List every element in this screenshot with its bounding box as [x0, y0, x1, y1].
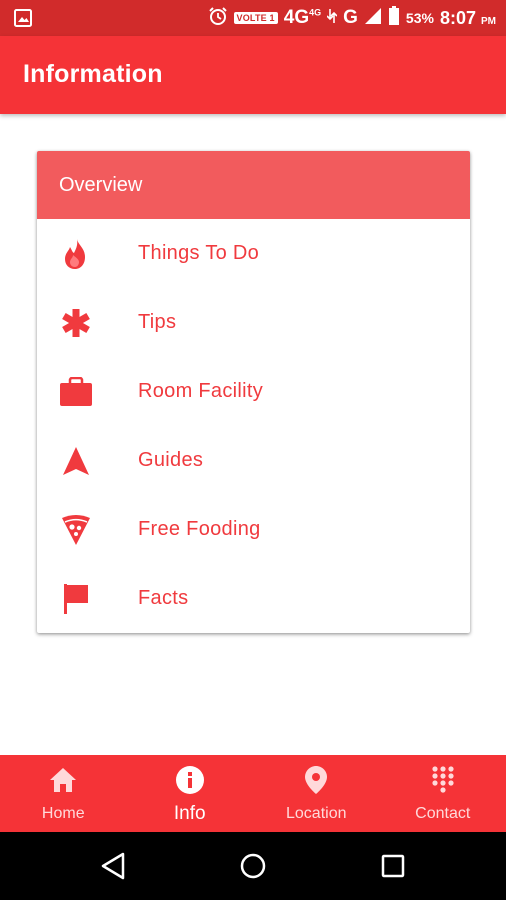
app-bar: Information [0, 36, 506, 114]
network-4g-label: 4G4G [283, 7, 322, 28]
home-circle-icon[interactable] [236, 849, 270, 883]
briefcase-icon [59, 376, 93, 408]
navigation-arrow-icon [59, 445, 93, 477]
menu-item-tips[interactable]: Tips [37, 288, 470, 357]
recents-icon[interactable] [376, 849, 410, 883]
page-title: Information [23, 60, 163, 88]
flame-icon [59, 238, 93, 270]
data-transfer-icon [326, 7, 338, 29]
overview-card: Overview Things To Do Tips Room Facility… [37, 151, 470, 633]
menu-item-room-facility[interactable]: Room Facility [37, 357, 470, 426]
menu-item-free-fooding[interactable]: Free Fooding [37, 495, 470, 564]
nav-label: Info [173, 803, 206, 824]
pizza-icon [59, 514, 93, 546]
back-icon[interactable] [96, 849, 130, 883]
image-notification-icon [14, 9, 32, 32]
overview-menu: Things To Do Tips Room Facility Guides F… [37, 219, 470, 633]
nav-tab-home[interactable]: Home [0, 755, 127, 832]
flag-icon [59, 583, 93, 615]
clock: 8:07 PM [439, 7, 496, 28]
signal-icon [364, 7, 382, 29]
bottom-navigation: Home Info Location Contact [0, 755, 506, 832]
volte-badge: VOLTE 1 [233, 12, 278, 24]
dialpad-icon [428, 765, 458, 795]
system-navigation-bar [0, 832, 506, 900]
network-g-label: G [343, 7, 358, 28]
asterisk-icon [59, 307, 93, 339]
battery-percent: 53% [405, 10, 434, 26]
location-pin-icon [301, 765, 331, 795]
menu-item-label: Facts [138, 587, 189, 609]
card-header-title: Overview [59, 173, 143, 196]
nav-label: Contact [415, 805, 471, 822]
battery-icon [388, 6, 400, 30]
menu-item-label: Room Facility [138, 380, 264, 402]
menu-item-guides[interactable]: Guides [37, 426, 470, 495]
nav-tab-location[interactable]: Location [253, 755, 380, 832]
status-bar: VOLTE 1 4G4G G 53% 8:07 PM [0, 0, 506, 36]
nav-label: Location [286, 805, 347, 822]
card-header: Overview [37, 151, 470, 219]
home-icon [48, 765, 78, 795]
info-icon [175, 765, 205, 795]
alarm-icon [208, 6, 228, 30]
menu-item-things-to-do[interactable]: Things To Do [37, 219, 470, 288]
menu-item-label: Guides [138, 449, 204, 471]
nav-label: Home [41, 805, 85, 822]
menu-item-facts[interactable]: Facts [37, 564, 470, 633]
menu-item-label: Free Fooding [138, 518, 261, 540]
menu-item-label: Things To Do [138, 242, 260, 264]
nav-tab-info[interactable]: Info [127, 755, 254, 832]
menu-item-label: Tips [138, 311, 177, 333]
nav-tab-contact[interactable]: Contact [380, 755, 506, 832]
